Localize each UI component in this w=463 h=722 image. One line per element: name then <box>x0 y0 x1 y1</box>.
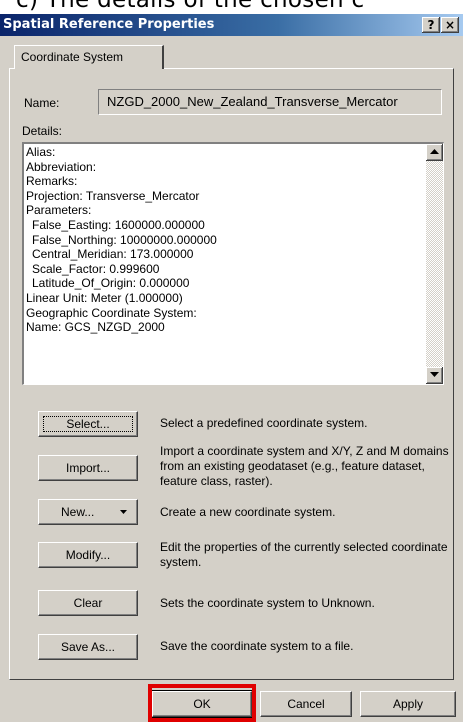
name-label: Name: <box>24 96 60 110</box>
tab-coordinate-system[interactable]: Coordinate System <box>14 45 164 69</box>
details-textbox[interactable]: Alias: Abbreviation: Remarks: Projection… <box>22 142 444 385</box>
details-line: Projection: Transverse_Mercator <box>26 188 200 203</box>
dropdown-arrow-icon <box>120 510 127 514</box>
details-line: Central_Meridian: 173.000000 <box>32 247 194 262</box>
details-line: Alias: <box>26 145 56 159</box>
details-text: Alias: Abbreviation: Remarks: Projection… <box>26 145 418 335</box>
details-scrollbar[interactable] <box>426 144 443 384</box>
modify-description: Edit the properties of the currently sel… <box>160 540 448 569</box>
document-caption: c) The details of the chosen c <box>0 0 463 14</box>
new-description: Create a new coordinate system. <box>160 505 336 519</box>
arrow-up-icon <box>430 149 439 154</box>
cancel-button[interactable]: Cancel <box>260 691 352 717</box>
details-label: Details: <box>22 124 63 138</box>
apply-button[interactable]: Apply <box>360 691 456 717</box>
help-button[interactable]: ? <box>422 17 440 33</box>
focus-rectangle <box>43 416 133 432</box>
caption-text: c) The details of the chosen c <box>16 0 365 13</box>
details-line: Name: GCS_NZGD_2000 <box>26 320 165 335</box>
details-line: Parameters: <box>26 203 92 218</box>
name-field[interactable]: NZGD_2000_New_Zealand_Transverse_Mercato… <box>98 89 442 115</box>
details-line: False_Easting: 1600000.000000 <box>32 217 205 232</box>
spatial-reference-dialog: Spatial Reference Properties ? × Coordin… <box>0 14 463 722</box>
new-button[interactable]: New... <box>38 499 138 525</box>
details-line: Abbreviation: <box>26 159 97 174</box>
details-line: Latitude_Of_Origin: 0.000000 <box>32 276 190 291</box>
modify-button[interactable]: Modify... <box>38 542 138 568</box>
details-line: False_Northing: 10000000.000000 <box>32 232 217 247</box>
title-bar: Spatial Reference Properties ? × <box>0 14 463 36</box>
select-description: Select a predefined coordinate system. <box>160 416 368 430</box>
close-button[interactable]: × <box>441 17 459 33</box>
ok-button[interactable]: OK <box>151 690 253 718</box>
import-button[interactable]: Import... <box>38 455 138 481</box>
details-line: Remarks: <box>26 174 78 189</box>
window-title: Spatial Reference Properties <box>3 17 215 32</box>
select-button[interactable]: Select... <box>38 411 138 437</box>
clear-button[interactable]: Clear <box>38 590 138 616</box>
details-line: Geographic Coordinate System: <box>26 305 197 320</box>
scroll-down-button[interactable] <box>426 367 443 384</box>
details-line: Linear Unit: Meter (1.000000) <box>26 290 183 305</box>
arrow-down-icon <box>430 372 439 377</box>
details-line: Scale_Factor: 0.999600 <box>32 261 160 276</box>
save-as-button[interactable]: Save As... <box>38 634 138 660</box>
scroll-up-button[interactable] <box>426 144 443 161</box>
clear-description: Sets the coordinate system to Unknown. <box>160 596 375 610</box>
import-description: Import a coordinate system and X/Y, Z an… <box>160 444 449 488</box>
save-as-description: Save the coordinate system to a file. <box>160 639 354 653</box>
new-button-label: New... <box>61 505 95 519</box>
